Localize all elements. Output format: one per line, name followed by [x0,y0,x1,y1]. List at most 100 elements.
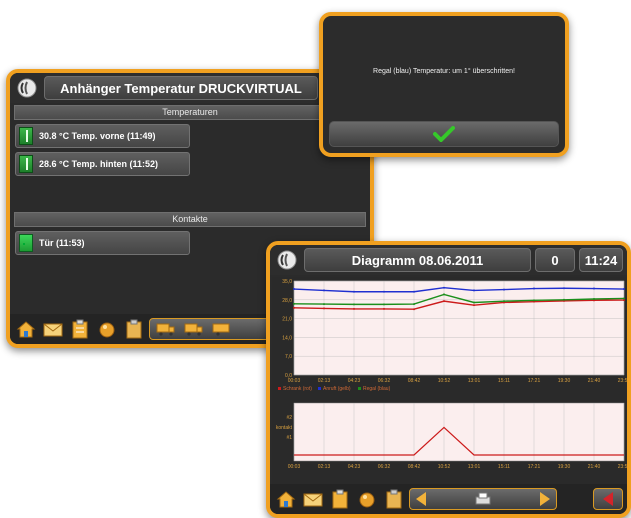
x-tick-label: 21:40 [588,464,601,470]
y-tick-label: 0,0 [285,373,292,379]
date-navigator [409,488,557,510]
mail-icon[interactable] [301,488,325,510]
report-icon[interactable] [382,488,406,510]
x-tick-label: 06:32 [378,378,391,384]
contact-row-label: Tür (11:53) [39,238,85,248]
series-point [533,287,535,290]
x-tick-label: 17:21 [528,378,541,384]
app-logo-icon[interactable] [14,76,40,100]
series-point [593,297,595,300]
x-tick-label: 19:30 [558,378,571,384]
x-tick-label: 04:23 [348,378,361,384]
series-point [473,304,475,307]
x-tick-label: 04:23 [348,464,361,470]
vehicle-selector[interactable] [149,318,271,340]
settings-icon[interactable] [355,488,379,510]
temperature-row-front[interactable]: 30.8 °C Temp. vorne (11:49) [15,124,190,148]
series-point [323,303,325,306]
series-point [383,290,385,293]
series-point [353,290,355,293]
clipboard-icon[interactable] [68,318,92,340]
chart-title: Diagramm 08.06.2011 [304,248,531,272]
temperature-row-label: 28.6 °C Temp. hinten (11:52) [39,159,158,169]
x-tick-label: 23:50 [618,464,629,470]
x-tick-label: 13:01 [468,378,481,384]
mail-icon[interactable] [41,318,65,340]
series-point [443,293,445,296]
y-tick-label: #1 [286,435,292,441]
x-tick-label: 08:42 [408,378,421,384]
truck-icon [156,323,175,336]
legend-swatch [358,387,361,390]
chart-area: 00:03 02:13 04:23 06:32 08:42 10:52 13:01 15:11… [272,277,629,485]
thermometer-icon [19,127,33,145]
y-tick-label: #2 [286,415,292,421]
section-header-temperatures: Temperaturen [14,105,366,120]
alert-message: Regal (blau) Temperatur: um 1° überschri… [373,68,515,75]
series-point [623,288,625,291]
alert-dialog: Regal (blau) Temperatur: um 1° überschri… [319,12,569,157]
series-point [293,306,295,309]
series-point [473,289,475,292]
legend-label: Anruft (gelb) [323,386,351,392]
y-tick-label: 21,0 [282,317,292,323]
home-icon[interactable] [274,488,298,510]
app-logo-icon[interactable] [274,248,300,272]
series-point [443,300,445,303]
series-point [413,308,415,311]
truck-icon [184,323,203,336]
series-point [323,307,325,310]
trailer-icon [212,323,230,336]
y-tick-label: 14,0 [282,335,292,341]
x-tick-label: 08:42 [408,464,421,470]
checkmark-icon [433,126,455,142]
back-arrow-icon [603,492,613,506]
series-point [323,289,325,292]
y-tick-label: 28,0 [282,298,292,304]
legend-label: Regal (blau) [363,386,391,392]
x-tick-label: 15:11 [498,378,510,384]
next-day-arrow-icon[interactable] [538,491,552,507]
series-point [353,303,355,306]
x-tick-label: 15:11 [498,464,510,470]
legend-swatch [318,387,321,390]
series-point [563,287,565,290]
series-point [413,290,415,293]
report-icon[interactable] [122,318,146,340]
series-point [353,307,355,310]
x-tick-label: 06:32 [378,464,391,470]
series-point [293,302,295,305]
x-tick-label: 17:21 [528,464,541,470]
page-title: Anhänger Temperatur DRUCKVIRTUAL [44,76,318,100]
print-icon[interactable] [474,491,492,507]
chart-titlebar: Diagramm 08.06.2011 0 11:24 [270,245,627,275]
back-button[interactable] [593,488,623,510]
chart-toolbar [270,484,627,514]
y-tick-label: 7,0 [285,354,292,360]
series-point [503,288,505,291]
x-tick-label: 23:50 [618,378,629,384]
clock-display: 11:24 [579,248,623,272]
x-tick-label: 10:52 [438,464,451,470]
door-icon [19,234,33,252]
settings-icon[interactable] [95,318,119,340]
previous-day-arrow-icon[interactable] [414,491,428,507]
temperature-row-label: 30.8 °C Temp. vorne (11:49) [39,131,156,141]
series-point [533,299,535,302]
series-point [473,301,475,304]
contact-row-door[interactable]: Tür (11:53) [15,231,190,255]
chart-window: Diagramm 08.06.2011 0 11:24 00:03 02:13 04… [266,241,631,518]
series-point [593,287,595,290]
confirm-button[interactable] [329,121,559,147]
clipboard-icon[interactable] [328,488,352,510]
series-point [503,300,505,303]
series-point [623,297,625,300]
x-tick-label: 13:01 [468,464,481,470]
upper-plot-area [293,280,625,376]
series-point [383,303,385,306]
x-tick-label: 10:52 [438,378,451,384]
home-icon[interactable] [14,318,38,340]
temperature-row-rear[interactable]: 28.6 °C Temp. hinten (11:52) [15,152,190,176]
series-point [293,288,295,291]
temperature-chart: 00:03 02:13 04:23 06:32 08:42 10:52 13:01 15:11… [276,279,629,470]
